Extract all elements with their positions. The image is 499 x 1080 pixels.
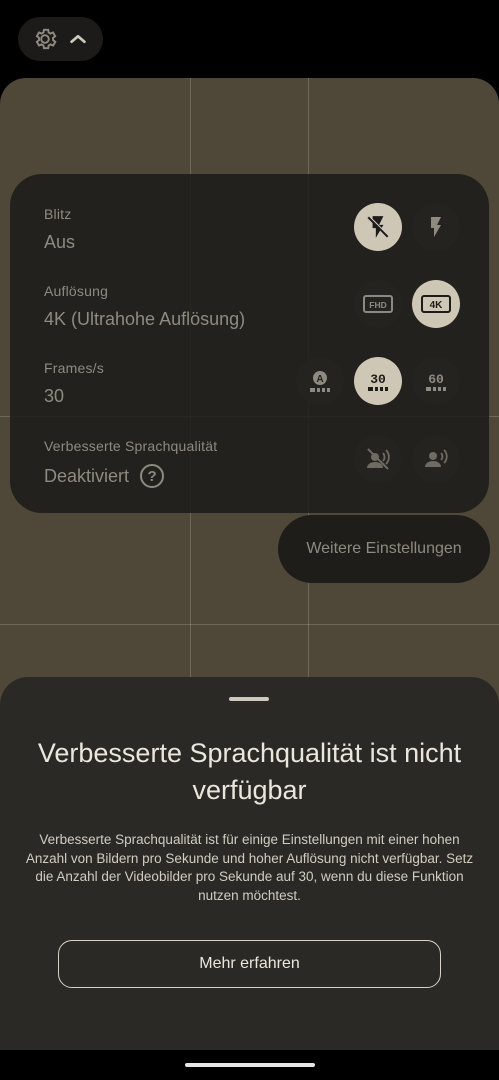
flash-on-icon xyxy=(431,217,441,237)
flash-off-icon xyxy=(367,216,390,238)
4k-text: 4K xyxy=(430,300,444,311)
60-fps-icon: 60 xyxy=(426,372,446,391)
auto-fps-button[interactable]: A xyxy=(296,357,344,405)
fhd-text: FHD xyxy=(369,300,386,310)
learn-more-button[interactable]: Mehr erfahren xyxy=(58,940,441,988)
60-fps-text: 60 xyxy=(428,372,444,387)
30-fps-button[interactable]: 30 xyxy=(354,357,402,405)
auto-fps-icon: A xyxy=(310,371,330,392)
flash-off-button[interactable] xyxy=(354,203,402,251)
fhd-button[interactable]: FHD xyxy=(354,280,402,328)
60-fps-button[interactable]: 60 xyxy=(412,357,460,405)
speech-off-icon xyxy=(367,448,390,470)
30-fps-icon: 30 xyxy=(368,372,388,391)
help-icon[interactable]: ? xyxy=(140,464,165,488)
speech-value: Deaktiviert xyxy=(44,465,130,486)
4k-button[interactable]: 4K xyxy=(412,280,460,328)
sheet-body: Verbesserte Sprachqualität ist für einig… xyxy=(25,832,474,903)
sheet-title: Verbesserte Sprachqualität ist nicht ver… xyxy=(37,738,462,805)
sheet-drag-handle[interactable] xyxy=(229,697,269,701)
30-fps-text: 30 xyxy=(370,372,386,387)
more-settings-button[interactable]: Weitere Einstellungen xyxy=(278,515,490,583)
speech-on-button[interactable] xyxy=(412,435,460,483)
bottom-sheet: Verbesserte Sprachqualität ist nicht ver… xyxy=(0,677,499,1050)
chevron-up-icon[interactable] xyxy=(67,28,89,50)
home-gesture-handle[interactable] xyxy=(185,1063,315,1067)
flash-on-button[interactable] xyxy=(412,203,460,251)
auto-fps-text: A xyxy=(316,374,323,385)
navigation-bar xyxy=(0,1050,499,1080)
grid-line xyxy=(0,624,499,625)
4k-icon: 4K xyxy=(421,295,451,313)
speech-off-button[interactable] xyxy=(354,435,402,483)
fhd-icon: FHD xyxy=(363,295,393,313)
video-settings-panel: Blitz Aus Auflösung 4K (Ultrahohe Auflös… xyxy=(10,174,489,513)
speech-on-icon xyxy=(425,449,448,467)
gear-icon[interactable] xyxy=(32,26,58,52)
quick-settings-pill xyxy=(18,17,103,61)
